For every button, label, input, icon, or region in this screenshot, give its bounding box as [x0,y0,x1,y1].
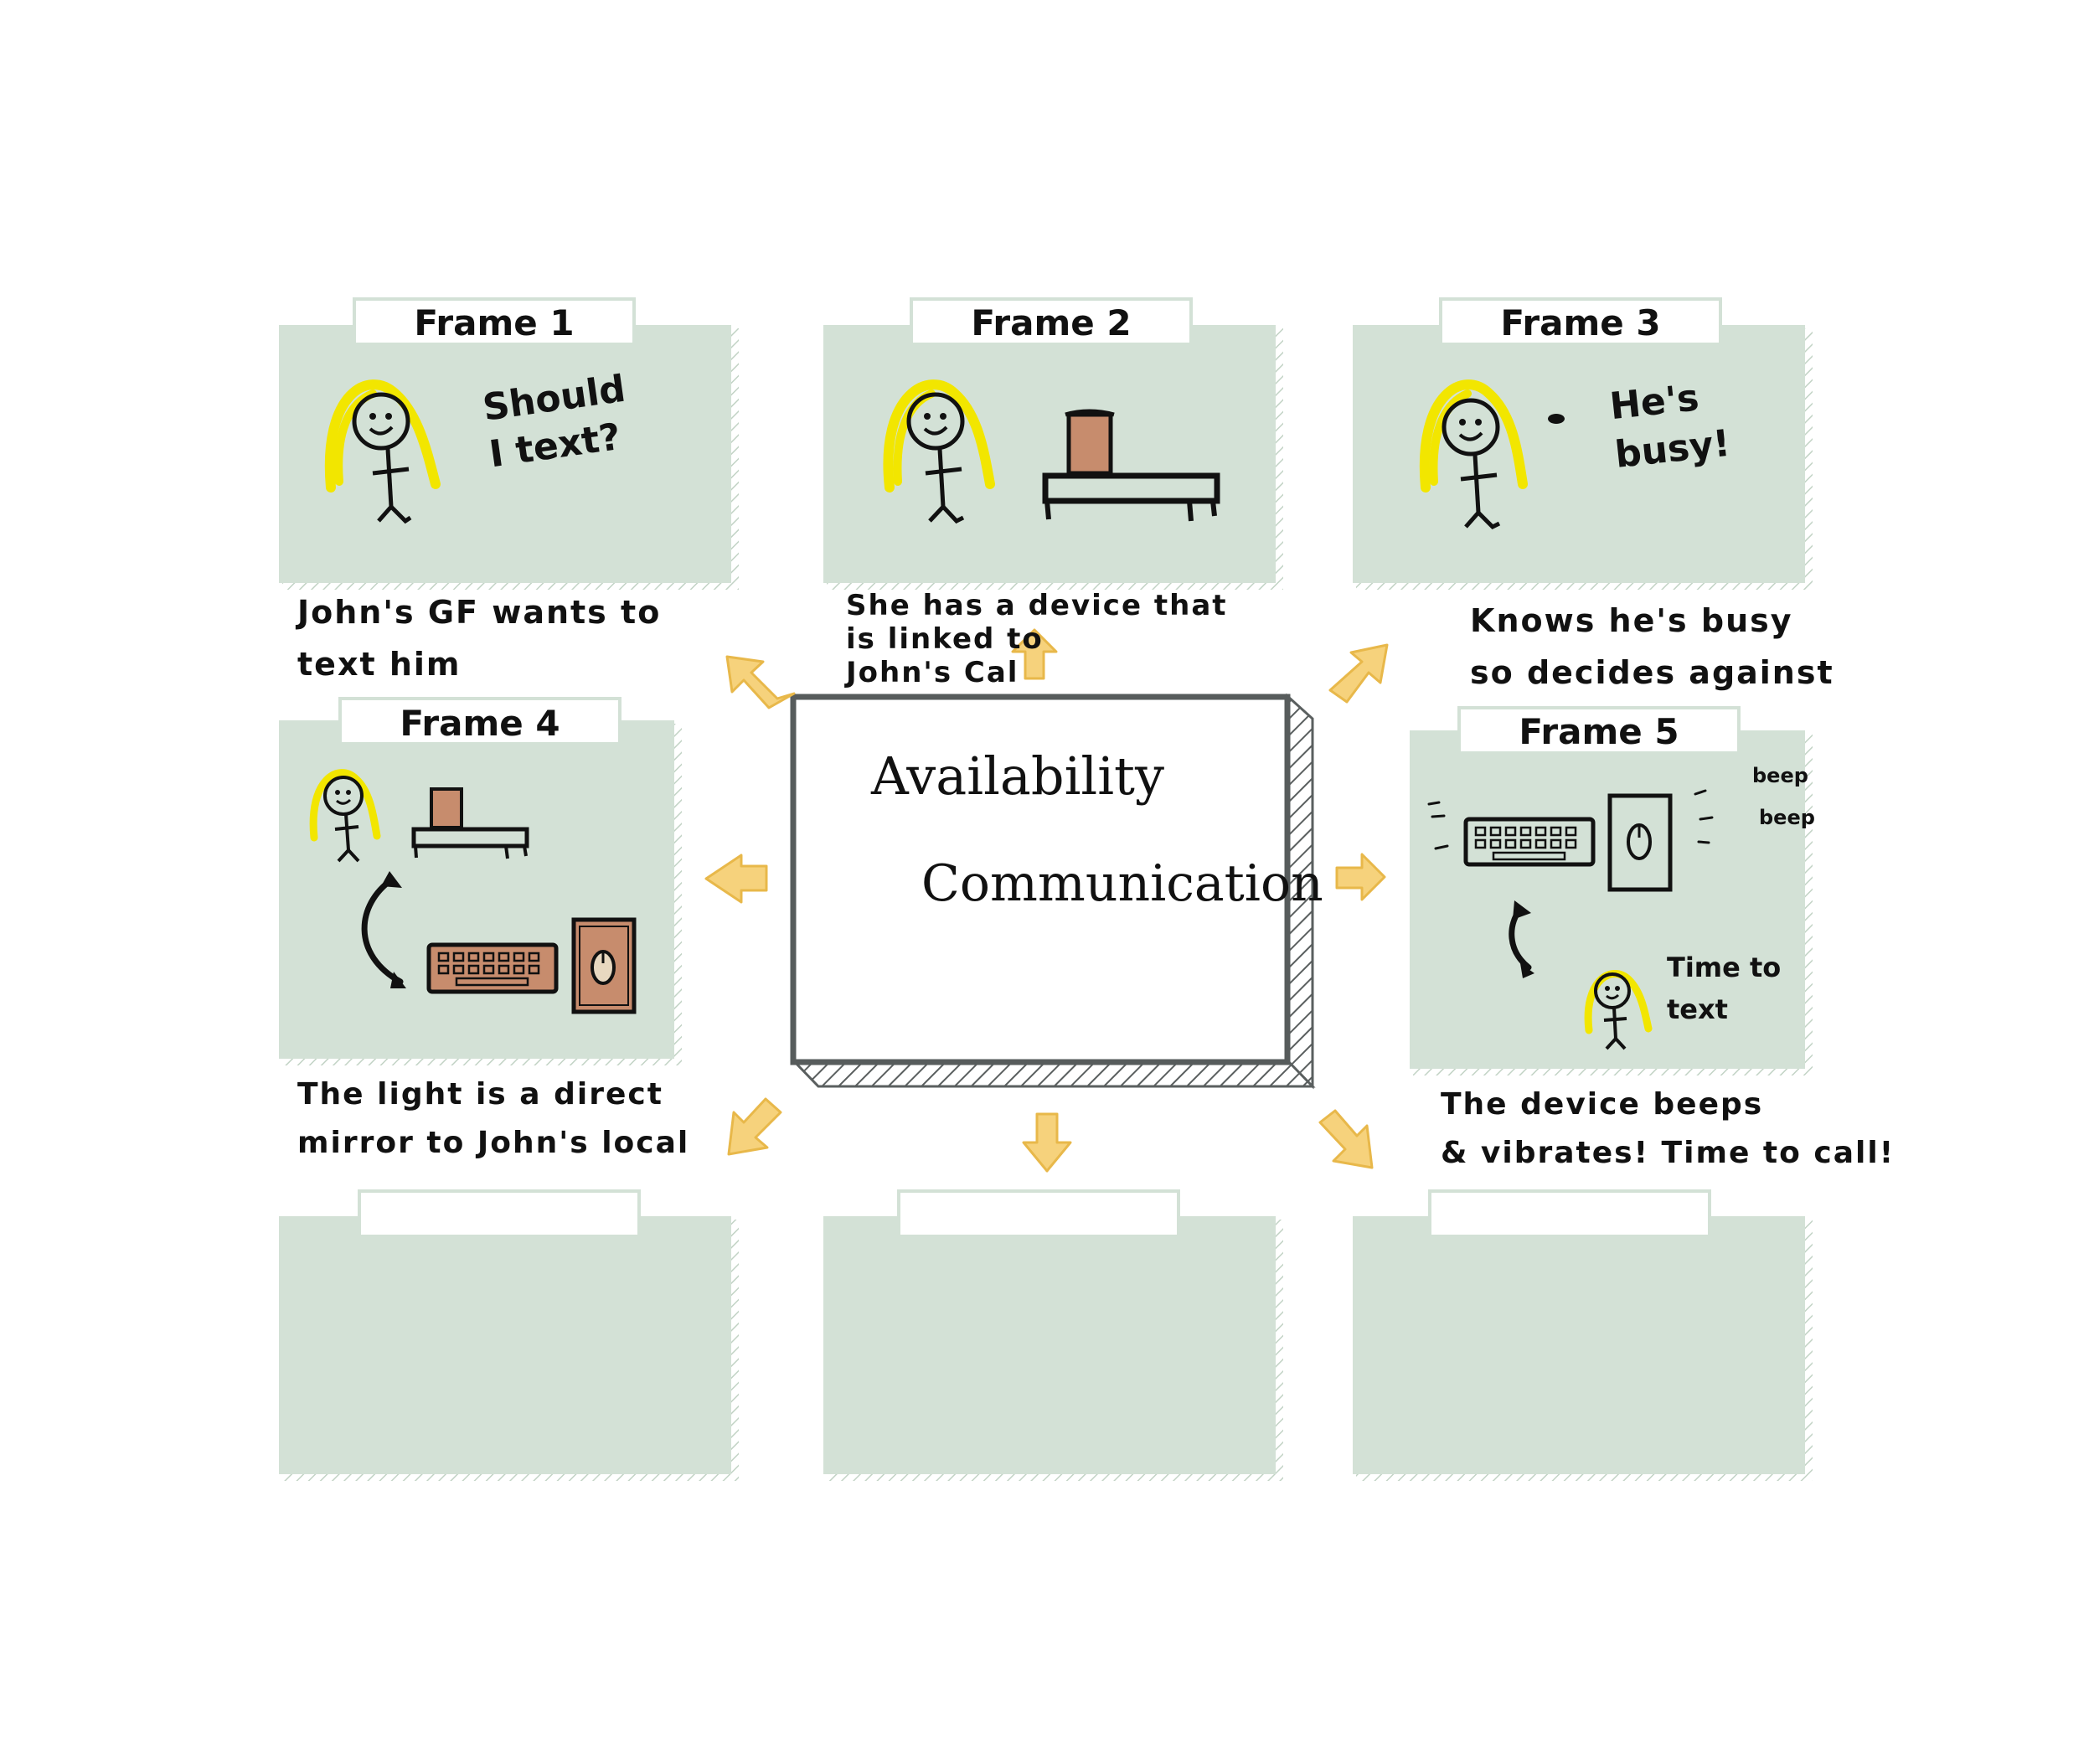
frame-1-caption: John's GF wants to text him [297,594,662,683]
arrow-to-empty-2 [1022,1112,1072,1173]
frame-4-title: Frame 4 [400,703,560,744]
empty-frame-1-title [359,1193,639,1238]
arrow-to-frame-5 [1335,853,1386,901]
arrow-to-frame-1 [725,655,796,709]
frame-5-sound-2: beep [1759,806,1815,829]
empty-frame-3-title [1430,1193,1710,1238]
arrow-to-empty-3 [1318,1109,1374,1169]
frame-4-caption: The light is a direct mirror to John's l… [297,1077,690,1160]
frame-5-speech: Time to text [1667,952,1782,1025]
arrow-to-frame-4 [704,854,768,904]
arrow-to-empty-1 [727,1097,782,1156]
frame-1-title: Frame 1 [414,302,575,343]
frame-2-caption: She has a device that is linked to John'… [846,589,1228,689]
center-title-availability: Availability [871,745,1164,807]
empty-frame-2-title [899,1193,1179,1238]
frame-2-title: Frame 2 [971,302,1132,343]
frame-3-caption: Knows he's busy so decides against [1470,602,1834,691]
frame-1-speech: Should I text? [480,367,628,477]
frame-3-title: Frame 3 [1500,302,1661,343]
frame-3-speech: He's busy! [1607,376,1733,477]
frame-5-title: Frame 5 [1519,711,1679,752]
frame-5-sound-1: beep [1752,764,1808,787]
arrow-to-frame-3 [1328,643,1389,704]
center-title-communication: Communication [921,854,1323,913]
frame-5-caption: The device beeps & vibrates! Time to cal… [1441,1087,1895,1170]
